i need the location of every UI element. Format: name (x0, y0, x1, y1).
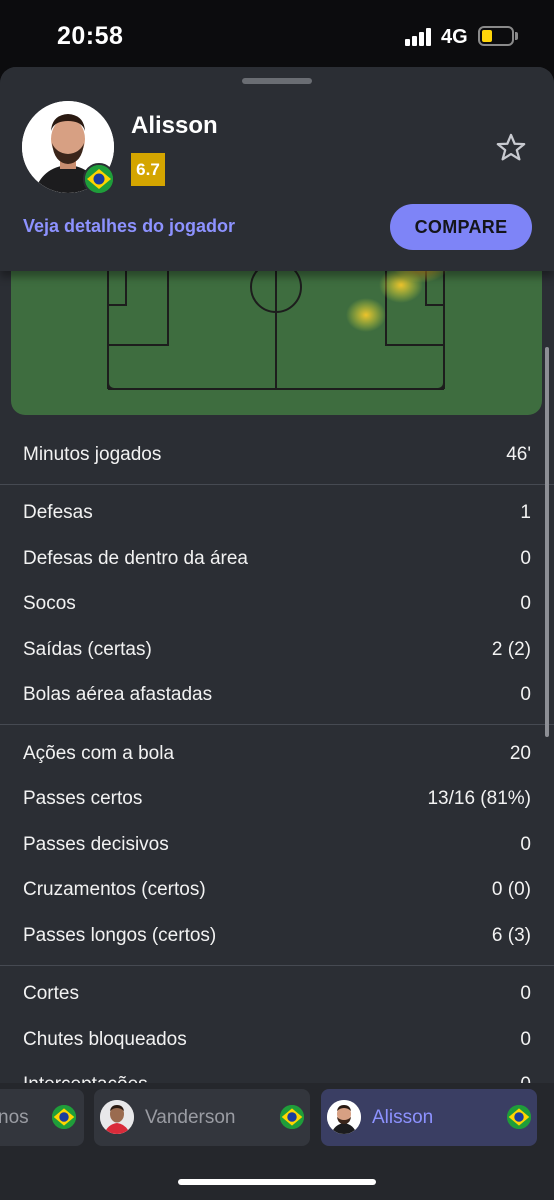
stat-row: Cruzamentos (certos) 0 (0) (0, 868, 554, 914)
stat-label: Cruzamentos (certos) (23, 879, 206, 901)
stat-value: 13/16 (81%) (427, 788, 531, 810)
status-time: 20:58 (57, 22, 124, 50)
stat-value: 0 (520, 833, 531, 855)
brazil-flag-icon (52, 1105, 76, 1129)
stat-label: Ações com a bola (23, 742, 175, 764)
scrollbar[interactable] (545, 347, 549, 737)
player-header: Alisson 6.7 Veja detalhes do jogador COM… (0, 67, 554, 271)
favorite-star-icon[interactable] (494, 131, 528, 165)
stat-row: Defesas de dentro da área 0 (0, 536, 554, 582)
brazil-flag-icon (83, 163, 115, 195)
divider (0, 483, 554, 485)
home-indicator (178, 1179, 376, 1185)
player-details-link[interactable]: Veja detalhes do jogador (23, 216, 235, 237)
battery-icon (478, 26, 514, 46)
stat-row: Saídas (certas) 2 (2) (0, 627, 554, 673)
stat-label: Passes longos (certos) (23, 924, 217, 946)
player-tab-avatar (327, 1100, 361, 1134)
stat-row: Bolas aérea afastadas 0 (0, 673, 554, 719)
stat-label: Saídas (certas) (23, 638, 152, 660)
stat-value: 0 (520, 1028, 531, 1050)
player-sheet: Alisson 6.7 Veja detalhes do jogador COM… (0, 67, 554, 1200)
rating-badge: 6.7 (131, 153, 165, 186)
stat-label: Bolas aérea afastadas (23, 684, 213, 706)
stat-value: 0 (520, 983, 531, 1005)
screen: 20:58 4G Alisson 6.7 Veja detalhes do jo… (0, 0, 554, 1200)
status-bar: 20:58 4G (0, 0, 554, 70)
stat-value: 0 (520, 684, 531, 706)
stat-label: Passes decisivos (23, 833, 169, 855)
network-type: 4G (441, 26, 468, 48)
divider (0, 724, 554, 725)
stat-value: 0 (520, 547, 531, 569)
stat-row: Defesas 1 (0, 491, 554, 537)
stat-row: Ações com a bola 20 (0, 731, 554, 777)
stat-label: Minutos jogados (23, 443, 162, 465)
player-tab-name: Vanderson (145, 1107, 236, 1128)
cellular-signal-icon (405, 28, 433, 46)
stat-row: Socos 0 (0, 582, 554, 628)
stat-value: 2 (2) (491, 638, 531, 660)
player-tab-selected[interactable]: Alisson (321, 1089, 537, 1146)
stat-row: Minutos jogados 46' (0, 432, 554, 478)
stat-value: 1 (520, 502, 531, 524)
player-tab-name: Alisson (372, 1107, 434, 1128)
player-tab[interactable]: nos (0, 1089, 84, 1146)
stat-value: 20 (509, 742, 531, 764)
divider (0, 964, 554, 966)
stat-value: 0 (0) (491, 879, 531, 901)
player-name: Alisson (131, 112, 218, 139)
stat-label: Cortes (23, 983, 79, 1005)
battery-cap (515, 32, 518, 40)
stat-label: Chutes bloqueados (23, 1028, 187, 1050)
player-tab-avatar (100, 1100, 134, 1134)
stat-row: Cortes 0 (0, 972, 554, 1018)
brazil-flag-icon (507, 1105, 531, 1129)
stat-value: 0 (520, 593, 531, 615)
stat-label: Socos (23, 593, 76, 615)
brazil-flag-icon (280, 1105, 304, 1129)
stat-label: Defesas (23, 502, 93, 524)
stat-label: Passes certos (23, 788, 143, 810)
stat-row: Passes longos (certos) 6 (3) (0, 913, 554, 959)
stat-value: 46' (506, 443, 531, 465)
stat-value: 6 (3) (491, 924, 531, 946)
stat-row: Passes certos 13/16 (81%) (0, 777, 554, 823)
stat-row: Chutes bloqueados 0 (0, 1017, 554, 1063)
stats-list: Minutos jogados 46' Defesas 1 Defesas de… (0, 432, 554, 1108)
player-tab-strip: nos Vanderson Alisson (0, 1083, 554, 1200)
player-tab-name: nos (0, 1107, 29, 1128)
stat-row: Passes decisivos 0 (0, 822, 554, 868)
stat-label: Defesas de dentro da área (23, 547, 248, 569)
player-tab[interactable]: Vanderson (94, 1089, 310, 1146)
sheet-grabber[interactable] (242, 78, 312, 84)
compare-button[interactable]: COMPARE (390, 204, 532, 250)
